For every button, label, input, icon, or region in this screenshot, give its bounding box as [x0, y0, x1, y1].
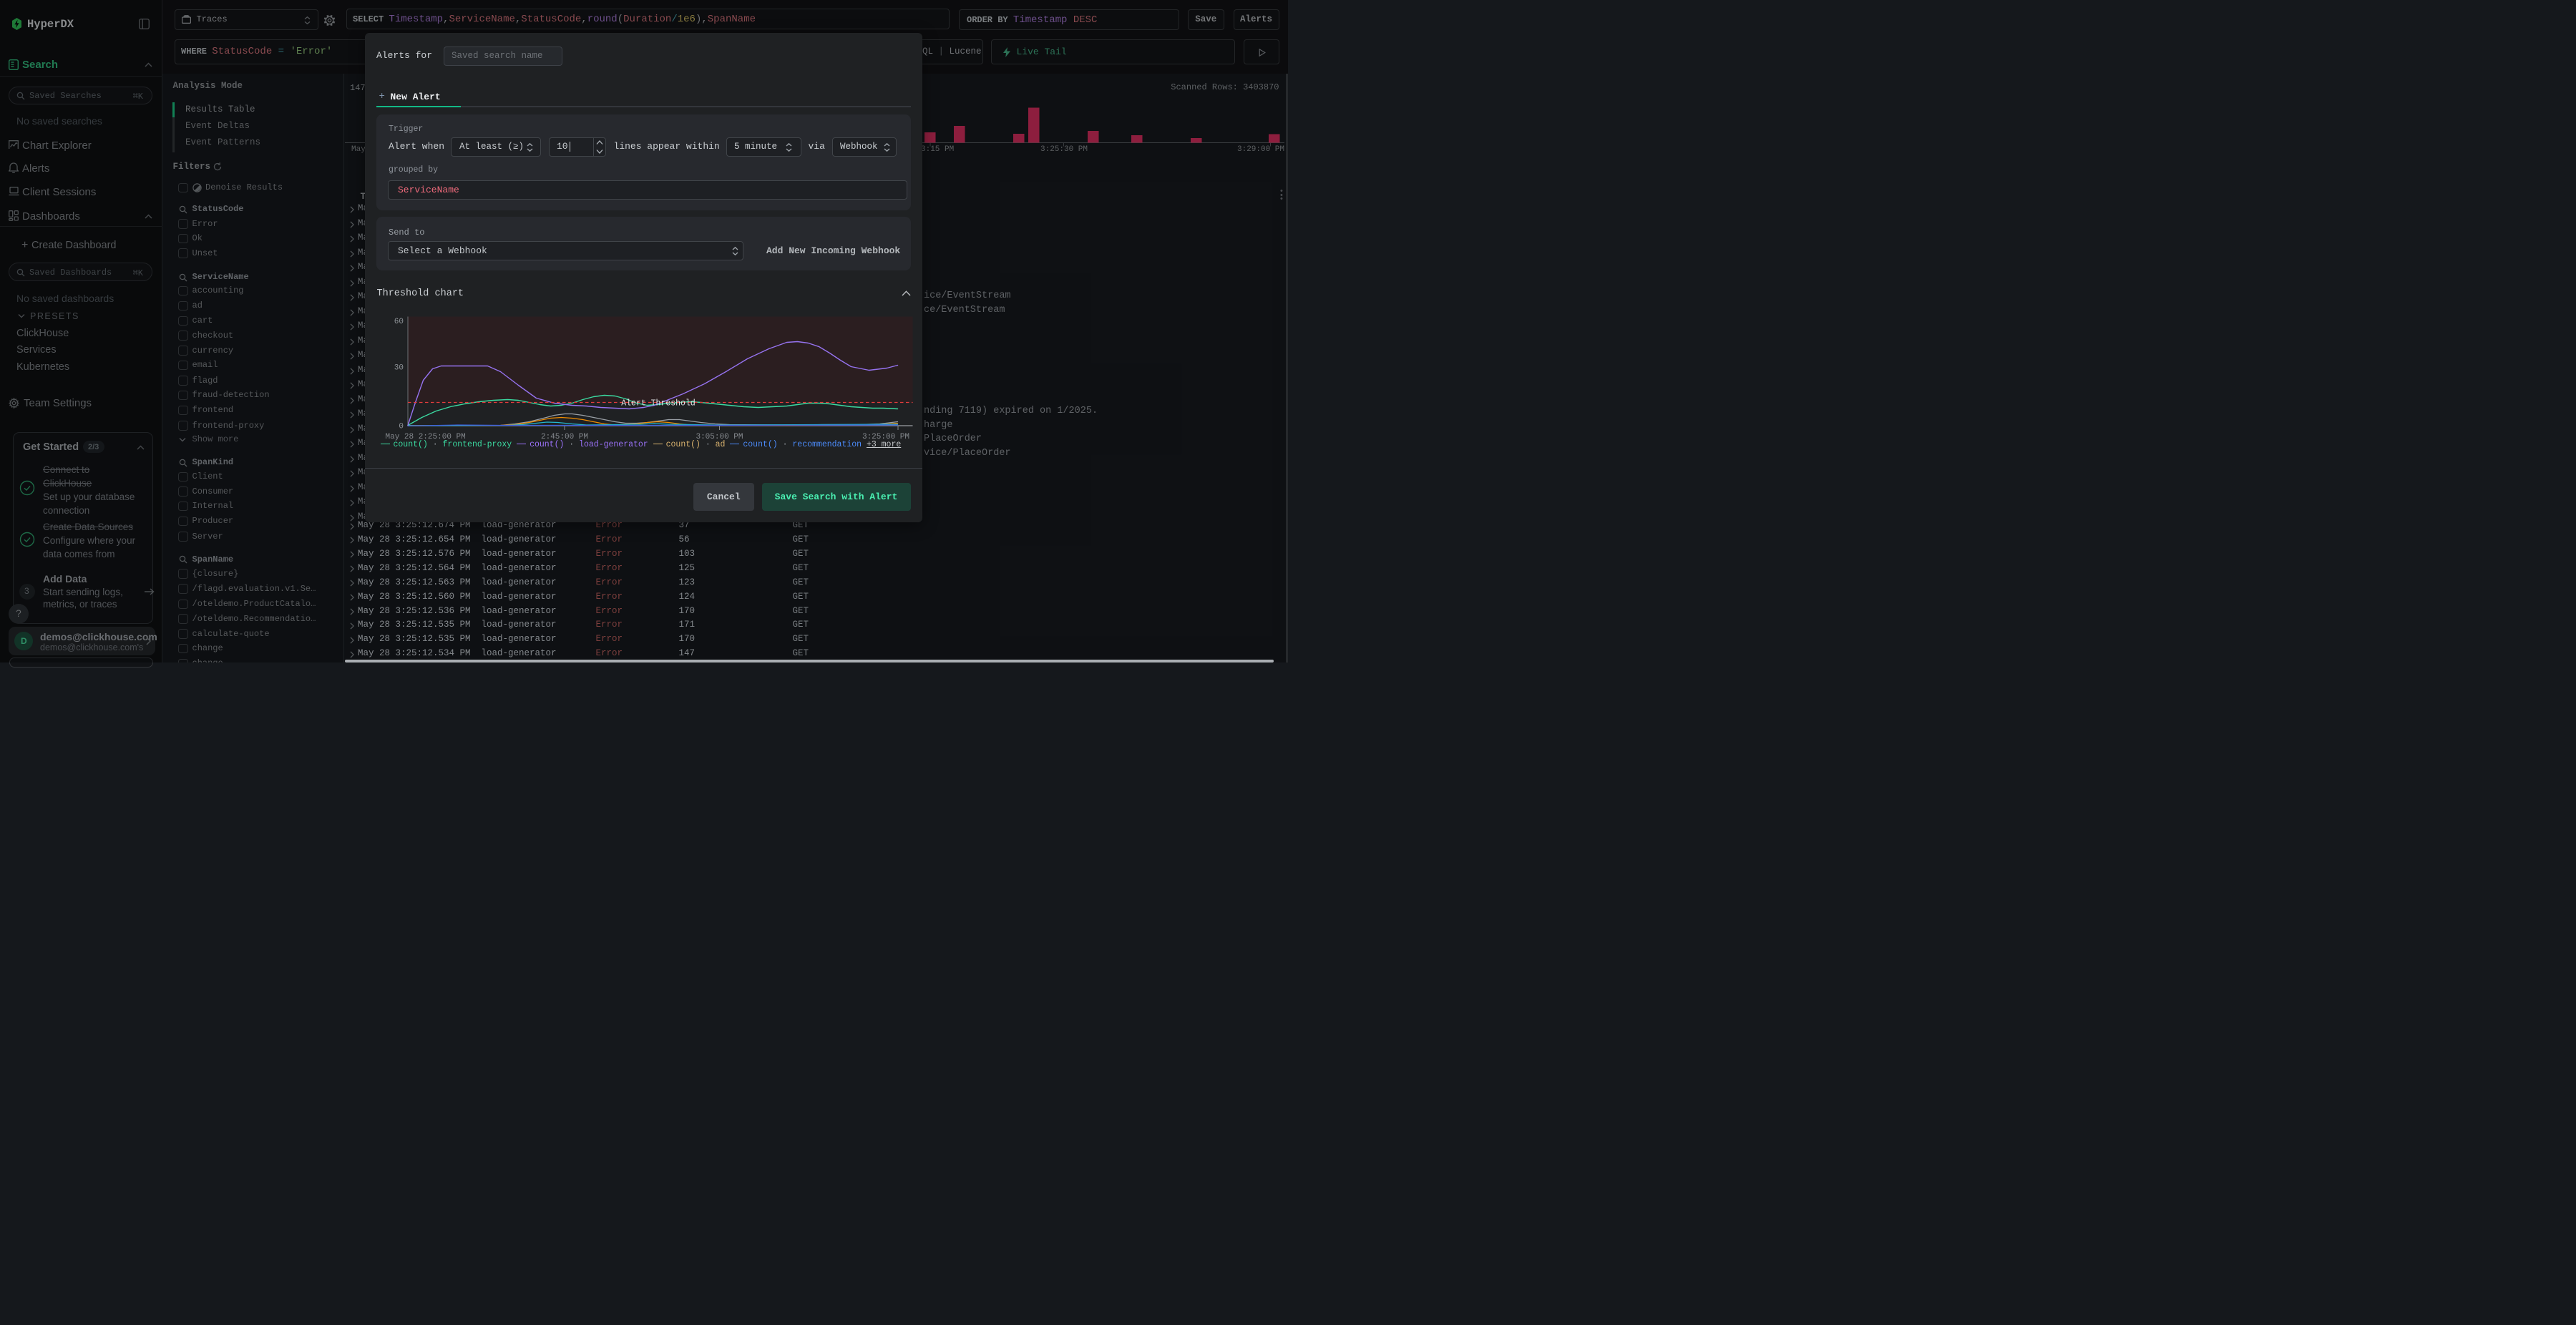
- svg-text:Alert Threshold: Alert Threshold: [621, 399, 696, 408]
- svg-text:60: 60: [394, 318, 404, 326]
- svg-text:30: 30: [394, 363, 404, 372]
- svg-text:0: 0: [399, 422, 404, 431]
